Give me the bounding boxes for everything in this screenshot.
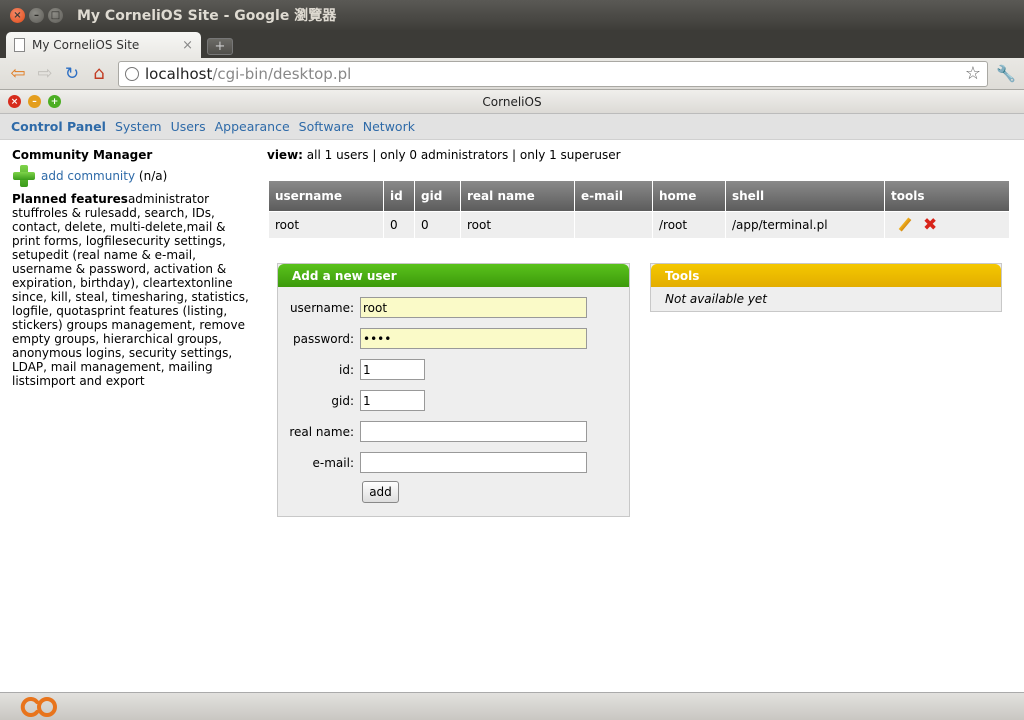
browser-tab[interactable]: My CorneliOS Site × (6, 32, 201, 58)
window-minimize-icon[interactable]: – (29, 7, 44, 23)
add-community-note: (n/a) (138, 169, 168, 183)
menu-item-users[interactable]: Users (171, 119, 206, 134)
url-host: localhost (145, 64, 213, 83)
add-user-heading: Add a new user (278, 264, 629, 287)
planned-features: Planned featuresadministrator stuffroles… (12, 192, 250, 388)
new-tab-button[interactable]: + (207, 38, 233, 55)
browser-toolbar: ⇦ ⇨ ↻ ⌂ localhost/cgi-bin/desktop.pl ☆ 🔧 (0, 58, 1024, 90)
email-input[interactable] (360, 452, 587, 473)
forward-arrow-icon[interactable]: ⇨ (33, 62, 57, 86)
menu-bar: Control Panel System Users Appearance So… (0, 114, 1024, 140)
reload-icon[interactable]: ↻ (60, 62, 84, 86)
header-shell: shell (726, 181, 884, 211)
email-row: e-mail: (278, 447, 629, 478)
password-label: password: (292, 331, 354, 346)
header-tools: tools (885, 181, 1009, 211)
realname-row: real name: (278, 416, 629, 447)
app-minimize-icon[interactable]: – (28, 95, 41, 108)
add-community-row: add community (n/a) (12, 164, 250, 188)
gid-input[interactable] (360, 390, 425, 411)
add-user-panel: Add a new user username: password: id: g… (277, 263, 630, 517)
table-header-row: username id gid real name e-mail home sh… (269, 181, 1009, 211)
planned-features-label: Planned features (12, 192, 128, 206)
username-input[interactable] (360, 297, 587, 318)
back-arrow-icon[interactable]: ⇦ (6, 62, 30, 86)
header-email: e-mail (575, 181, 652, 211)
menu-item-system[interactable]: System (115, 119, 162, 134)
tools-panel: Tools Not available yet (650, 263, 1002, 312)
cell-email (575, 212, 652, 238)
page-viewport: × – + CorneliOS Control Panel System Use… (0, 90, 1024, 720)
gid-label: gid: (331, 393, 354, 408)
add-community-link[interactable]: add community (41, 169, 135, 183)
realname-input[interactable] (360, 421, 587, 442)
add-plus-icon[interactable] (12, 164, 36, 188)
window-title: My CorneliOS Site - Google 瀏覽器 (77, 8, 337, 24)
app-title: CorneliOS (482, 94, 542, 109)
edit-pencil-icon[interactable] (897, 217, 913, 233)
page-icon (14, 38, 25, 52)
table-row: root 0 0 root /root /app/terminal.pl ✖ (269, 212, 1009, 238)
tab-close-icon[interactable]: × (182, 38, 193, 53)
cell-tools: ✖ (885, 212, 1009, 238)
planned-features-text: administrator stuffroles & rulesadd, sea… (12, 192, 249, 388)
cell-id: 0 (384, 212, 414, 238)
tab-strip: My CorneliOS Site × + (0, 30, 1024, 58)
window-close-icon[interactable]: × (10, 7, 25, 23)
view-label: view: (267, 148, 303, 162)
main-content: view: all 1 users | only 0 administrator… (267, 148, 1012, 239)
address-bar[interactable]: localhost/cgi-bin/desktop.pl ☆ (118, 60, 988, 87)
delete-x-icon[interactable]: ✖ (923, 215, 937, 235)
app-maximize-icon[interactable]: + (48, 95, 61, 108)
header-id: id (384, 181, 414, 211)
cell-gid: 0 (415, 212, 460, 238)
users-table: username id gid real name e-mail home sh… (268, 180, 1010, 239)
cell-real-name: root (461, 212, 574, 238)
bottom-bar (0, 692, 1024, 720)
header-gid: gid (415, 181, 460, 211)
header-home: home (653, 181, 725, 211)
email-label: e-mail: (312, 455, 354, 470)
bookmark-star-icon[interactable]: ☆ (965, 63, 981, 84)
add-user-button[interactable]: add (362, 481, 399, 503)
view-options[interactable]: all 1 users | only 0 administrators | on… (307, 148, 621, 162)
view-filter: view: all 1 users | only 0 administrator… (267, 148, 1012, 162)
id-label: id: (339, 362, 354, 377)
menu-item-appearance[interactable]: Appearance (215, 119, 290, 134)
globe-icon (125, 66, 139, 81)
cornelios-logo-icon[interactable] (20, 696, 58, 718)
menu-item-software[interactable]: Software (299, 119, 354, 134)
app-close-icon[interactable]: × (8, 95, 21, 108)
cell-home: /root (653, 212, 725, 238)
password-row: password: (278, 323, 629, 354)
add-user-form: username: password: id: gid: real name: … (278, 287, 629, 503)
realname-label: real name: (289, 424, 354, 439)
menu-item-network[interactable]: Network (363, 119, 415, 134)
sidebar: Community Manager add community (n/a) Pl… (12, 148, 250, 388)
sidebar-heading: Community Manager (12, 148, 153, 162)
tab-title: My CorneliOS Site (32, 38, 140, 52)
cell-username[interactable]: root (269, 212, 383, 238)
id-row: id: (278, 354, 629, 385)
cell-shell: /app/terminal.pl (726, 212, 884, 238)
gid-row: gid: (278, 385, 629, 416)
username-row: username: (278, 292, 629, 323)
window-titlebar: × – □ My CorneliOS Site - Google 瀏覽器 (0, 0, 1024, 30)
tools-heading: Tools (651, 264, 1001, 287)
username-label: username: (289, 300, 354, 315)
url-path: /cgi-bin/desktop.pl (212, 64, 352, 83)
menu-item-control-panel[interactable]: Control Panel (11, 119, 106, 134)
wrench-icon[interactable]: 🔧 (994, 64, 1018, 83)
header-real-name: real name (461, 181, 574, 211)
app-titlebar: × – + CorneliOS (0, 90, 1024, 114)
id-input[interactable] (360, 359, 425, 380)
header-username: username (269, 181, 383, 211)
home-icon[interactable]: ⌂ (87, 62, 111, 86)
password-input[interactable] (360, 328, 587, 349)
window-maximize-icon[interactable]: □ (48, 7, 63, 23)
tools-body: Not available yet (665, 292, 768, 306)
